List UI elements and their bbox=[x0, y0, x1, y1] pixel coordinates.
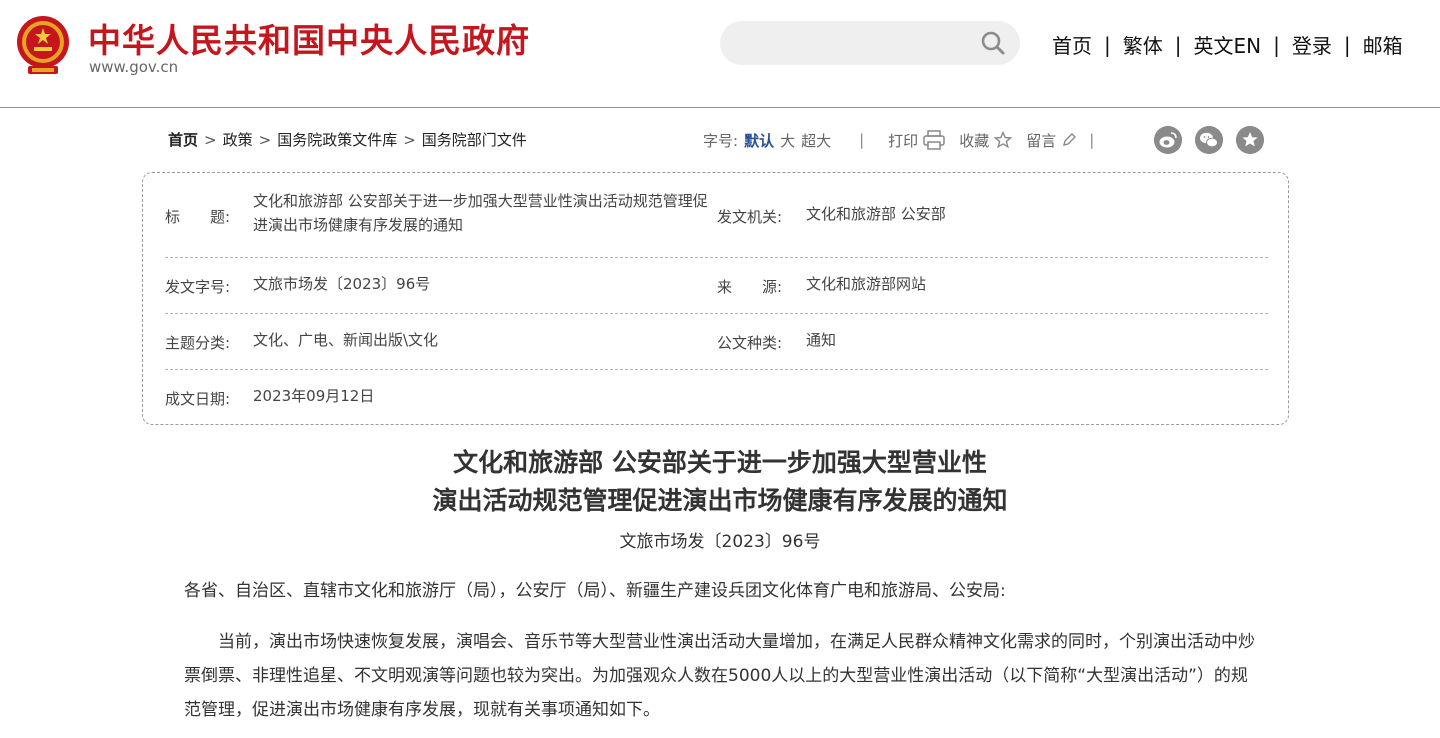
doc-type-value: 通知 bbox=[806, 331, 837, 349]
favorite-button[interactable]: 收藏 bbox=[959, 130, 1013, 151]
article-salutation: 各省、自治区、直辖市文化和旅游厅（局），公安厅（局）、新疆生产建设兵团文化体育广… bbox=[184, 581, 1006, 601]
star-share-icon[interactable] bbox=[1236, 126, 1264, 154]
issuer-label: 发文机关: bbox=[717, 208, 783, 226]
search-input[interactable] bbox=[738, 21, 982, 67]
breadcrumb-separator: > bbox=[204, 131, 217, 149]
row-divider bbox=[165, 313, 1268, 314]
printer-icon bbox=[923, 130, 945, 150]
article-toolbar: 字号: 默认 大 超大 | 打印 收藏 留言 | bbox=[703, 127, 1094, 153]
doc-type-label: 公文种类: bbox=[717, 334, 783, 352]
comment-label: 留言 bbox=[1026, 131, 1057, 150]
article-doc-number: 文旅市场发〔2023〕96号 bbox=[619, 532, 821, 552]
national-emblem-icon[interactable] bbox=[14, 14, 72, 76]
breadcrumb-separator: > bbox=[403, 131, 416, 149]
source-label: 来 源: bbox=[717, 278, 783, 296]
title-label: 标 题: bbox=[165, 208, 231, 226]
nav-separator: | bbox=[1343, 32, 1351, 57]
nav-separator: | bbox=[1104, 32, 1111, 57]
font-size-xlarge[interactable]: 超大 bbox=[801, 130, 831, 151]
article-title-line-2: 演出活动规范管理促进演出市场健康有序发展的通知 bbox=[432, 486, 1008, 515]
site-title[interactable]: 中华人民共和国中央人民政府 bbox=[88, 14, 530, 62]
font-size-label: 字号: bbox=[703, 131, 739, 150]
pencil-icon bbox=[1063, 133, 1077, 146]
row-divider bbox=[165, 257, 1268, 258]
issuer-value: 文化和旅游部 公安部 bbox=[806, 205, 946, 223]
date-label: 成文日期: bbox=[165, 390, 231, 408]
doc-number-label: 发文字号: bbox=[165, 278, 231, 296]
toolbar-separator: | bbox=[1089, 131, 1095, 149]
site-header: 中华人民共和国中央人民政府 www.gov.cn 首页 | 繁体 | 英文EN … bbox=[0, 0, 1440, 108]
star-icon bbox=[994, 131, 1013, 149]
search-box bbox=[720, 21, 1020, 67]
nav-traditional-link[interactable]: 繁体 bbox=[1123, 30, 1163, 59]
row-divider bbox=[165, 369, 1268, 370]
date-value: 2023年09月12日 bbox=[253, 387, 375, 405]
nav-separator: | bbox=[1174, 32, 1182, 57]
nav-login-link[interactable]: 登录 bbox=[1292, 30, 1332, 59]
article-body-paragraph: 当前，演出市场快速恢复发展，演唱会、音乐节等大型营业性演出活动大量增加，在满足人… bbox=[184, 632, 1255, 720]
breadcrumb-separator: > bbox=[258, 131, 272, 149]
wechat-icon[interactable] bbox=[1195, 126, 1223, 154]
topic-label: 主题分类: bbox=[165, 334, 231, 352]
doc-number-value: 文旅市场发〔2023〕96号 bbox=[253, 275, 431, 293]
document-info-box: 标 题: 文化和旅游部 公安部关于进一步加强大型营业性演出活动规范管理促进演出市… bbox=[142, 172, 1289, 425]
weibo-icon[interactable] bbox=[1154, 126, 1182, 154]
favorite-label: 收藏 bbox=[959, 131, 990, 150]
breadcrumb-policy[interactable]: 政策 bbox=[223, 131, 253, 149]
font-size-default[interactable]: 默认 bbox=[744, 130, 774, 151]
article-title-line-1: 文化和旅游部 公安部关于进一步加强大型营业性 bbox=[453, 448, 987, 477]
print-label: 打印 bbox=[888, 131, 919, 150]
font-size-large[interactable]: 大 bbox=[780, 130, 795, 151]
breadcrumb-dept-docs[interactable]: 国务院部门文件 bbox=[422, 131, 527, 149]
title-value: 文化和旅游部 公安部关于进一步加强大型营业性演出活动规范管理促进演出市场健康有序… bbox=[253, 192, 708, 234]
nav-english-link[interactable]: 英文EN bbox=[1194, 30, 1262, 59]
comment-button[interactable]: 留言 bbox=[1026, 130, 1077, 151]
nav-separator: | bbox=[1273, 32, 1280, 57]
breadcrumb: 首页 > 政策 > 国务院政策文件库 > 国务院部门文件 bbox=[168, 129, 527, 150]
nav-mail-link[interactable]: 邮箱 bbox=[1363, 30, 1403, 59]
site-url[interactable]: www.gov.cn bbox=[89, 58, 178, 76]
breadcrumb-policy-library[interactable]: 国务院政策文件库 bbox=[277, 131, 397, 149]
toolbar-separator: | bbox=[859, 131, 865, 149]
breadcrumb-home[interactable]: 首页 bbox=[168, 131, 198, 149]
top-nav: 首页 | 繁体 | 英文EN | 登录 | 邮箱 bbox=[1052, 30, 1403, 59]
print-button[interactable]: 打印 bbox=[888, 130, 945, 151]
search-icon[interactable] bbox=[980, 30, 1006, 56]
nav-home-link[interactable]: 首页 bbox=[1052, 30, 1092, 59]
topic-value: 文化、广电、新闻出版\文化 bbox=[253, 331, 439, 349]
source-value: 文化和旅游部网站 bbox=[806, 275, 927, 293]
